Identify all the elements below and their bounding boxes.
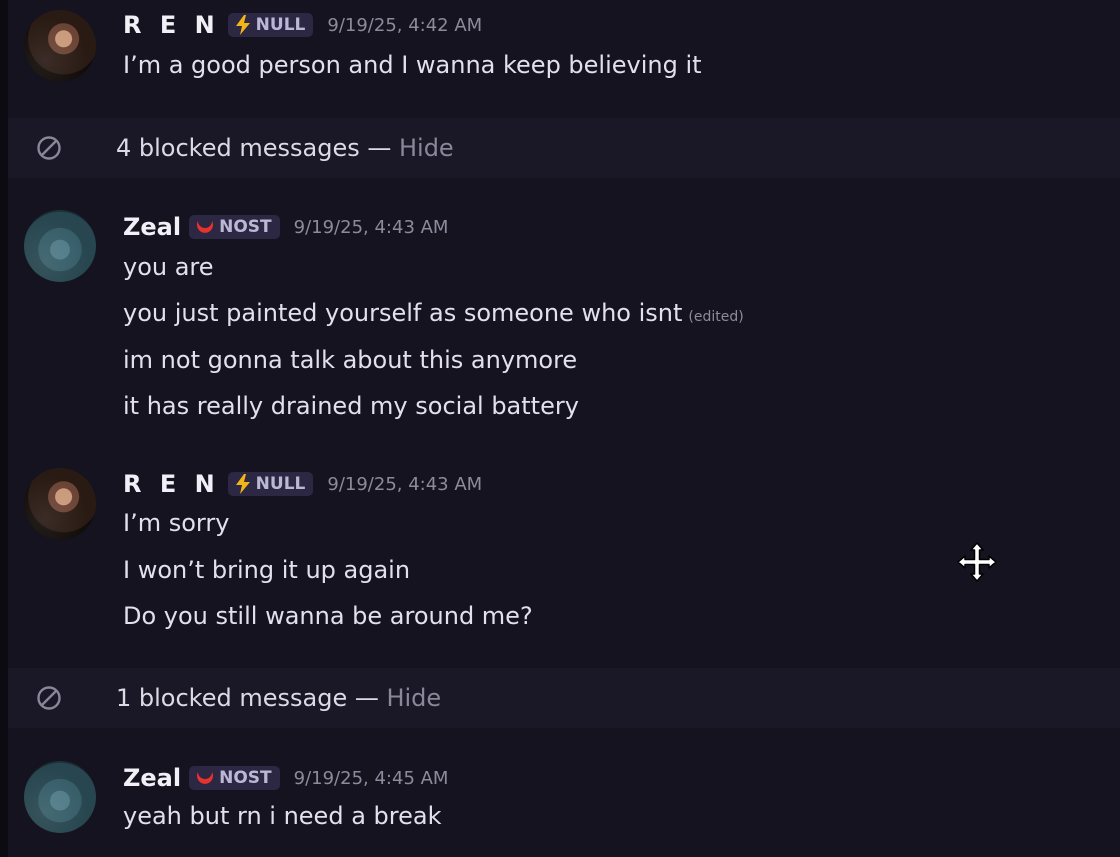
blocked-messages-row[interactable]: 4 blocked messages — Hide (8, 118, 1120, 178)
message-text: I’m sorry (123, 509, 230, 537)
avatar[interactable] (24, 210, 96, 282)
message-text: I won’t bring it up again (123, 556, 411, 584)
message-text: you just painted yourself as someone who… (123, 298, 744, 332)
author-name[interactable]: R E N (123, 470, 220, 498)
message-text: yeah but rn i need a break (123, 802, 442, 830)
blocked-circle-icon (36, 685, 62, 711)
timestamp[interactable]: 9/19/25, 4:43 AM (327, 474, 482, 495)
message-text-content: you just painted yourself as someone who… (123, 299, 683, 327)
tag-label: NULL (255, 15, 306, 35)
hide-link[interactable]: Hide (399, 134, 454, 162)
message-text: Do you still wanna be around me? (123, 602, 533, 630)
author-name[interactable]: Zeal (123, 764, 181, 792)
blocked-count-text: 4 blocked messages — (116, 134, 399, 162)
chat-message-list: R E N NULL 9/19/25, 4:42 AM I’m a good p… (8, 0, 1120, 857)
blocked-circle-icon (36, 135, 62, 161)
edited-label: (edited) (688, 309, 744, 325)
tag-label: NULL (255, 474, 306, 494)
message-group: Zeal NOST 9/19/25, 4:45 AM yeah but rn i… (8, 728, 1120, 857)
author-name[interactable]: Zeal (123, 213, 181, 241)
blocked-count-text: 1 blocked message — (116, 684, 387, 712)
guild-tag[interactable]: NULL (227, 472, 314, 496)
avatar[interactable] (24, 10, 96, 82)
crescent-icon (195, 217, 215, 237)
guild-tag[interactable]: NOST (189, 766, 280, 790)
guild-tag[interactable]: NOST (189, 215, 280, 239)
move-cursor-icon (955, 540, 999, 584)
tag-label: NOST (219, 768, 272, 788)
timestamp[interactable]: 9/19/25, 4:43 AM (294, 217, 449, 238)
hide-link[interactable]: Hide (386, 684, 441, 712)
message-text: im not gonna talk about this anymore (123, 346, 578, 374)
tag-label: NOST (219, 217, 272, 237)
avatar[interactable] (24, 468, 96, 540)
timestamp[interactable]: 9/19/25, 4:45 AM (294, 768, 449, 789)
window-left-edge (0, 0, 8, 857)
avatar[interactable] (24, 761, 96, 833)
timestamp[interactable]: 9/19/25, 4:42 AM (327, 15, 482, 36)
message-text: I’m a good person and I wanna keep belie… (123, 51, 702, 79)
crescent-icon (195, 768, 215, 788)
blocked-messages-row[interactable]: 1 blocked message — Hide (8, 668, 1120, 728)
message-text: you are (123, 253, 214, 281)
author-name[interactable]: R E N (123, 11, 220, 39)
guild-tag[interactable]: NULL (227, 13, 314, 37)
message-group: R E N NULL 9/19/25, 4:42 AM I’m a good p… (8, 0, 1120, 118)
message-group: Zeal NOST 9/19/25, 4:43 AM you are you j… (8, 178, 1120, 440)
message-group: R E N NULL 9/19/25, 4:43 AM I’m sorry I … (8, 440, 1120, 670)
message-text: it has really drained my social battery (123, 392, 579, 420)
lightning-bolt-icon (234, 15, 252, 35)
lightning-bolt-icon (234, 474, 252, 494)
